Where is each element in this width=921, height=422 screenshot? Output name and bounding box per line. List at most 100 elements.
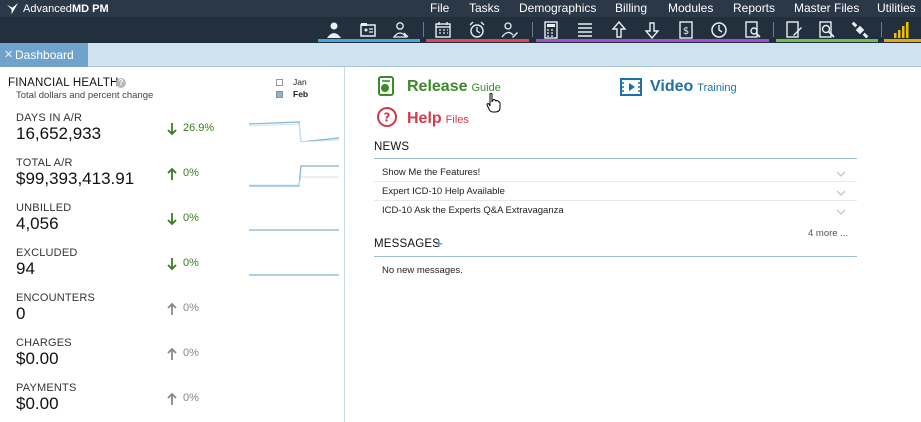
metric-change: 0% xyxy=(183,212,199,224)
metric-label: ENCOUNTERS xyxy=(16,292,96,304)
download-arrow-icon[interactable] xyxy=(641,20,663,40)
financial-health-panel: FINANCIAL HEALTH ? Total dollars and per… xyxy=(0,67,345,422)
messages-title: MESSAGES xyxy=(374,238,441,250)
video-training-link[interactable]: Video Training xyxy=(650,78,737,96)
toolbar-group-line-red xyxy=(426,39,529,42)
sparkline xyxy=(249,121,339,142)
metric-value: 16,652,933 xyxy=(16,124,102,143)
menu-tasks[interactable]: Tasks xyxy=(469,0,500,17)
menu-file[interactable]: File xyxy=(430,0,449,17)
document-search-icon[interactable] xyxy=(742,20,764,40)
sparkline xyxy=(249,229,339,231)
menu-master-files[interactable]: Master Files xyxy=(794,0,859,17)
toolbar-group-line-orange xyxy=(884,39,921,42)
svg-text:$: $ xyxy=(683,26,689,37)
arrow-up-icon xyxy=(166,302,178,316)
menu-reports[interactable]: Reports xyxy=(733,0,775,17)
dollar-document-icon[interactable]: $ xyxy=(675,20,697,40)
video-training-icon[interactable] xyxy=(620,76,642,98)
metric-days-in-ar: DAYS IN A/R 16,652,933 26.9% xyxy=(16,112,346,157)
menu-utilities[interactable]: Utilities xyxy=(877,0,916,17)
help-files-icon[interactable]: ? xyxy=(376,106,398,128)
patient-icon[interactable] xyxy=(323,20,345,40)
signal-bars-icon[interactable] xyxy=(890,20,912,40)
hand-cursor-icon xyxy=(486,93,501,113)
menu-modules[interactable]: Modules xyxy=(668,0,713,17)
upload-arrow-icon[interactable] xyxy=(608,20,630,40)
metric-total-ar: TOTAL A/R $99,393,413.91 0% xyxy=(16,157,346,202)
metric-label: DAYS IN A/R xyxy=(16,112,83,124)
folder-card-icon[interactable] xyxy=(357,20,379,40)
metric-label: CHARGES xyxy=(16,337,72,349)
user-outline-icon[interactable] xyxy=(390,20,412,40)
legend-feb[interactable]: Feb xyxy=(276,89,308,99)
news-separator xyxy=(374,181,857,182)
metric-value: $99,393,413.91 xyxy=(16,169,135,188)
toolbar-separator xyxy=(532,22,533,37)
metric-change: 26.9% xyxy=(183,122,215,134)
legend-checkbox[interactable] xyxy=(276,79,283,86)
help-icon[interactable]: ? xyxy=(116,78,126,88)
news-item[interactable]: ICD-10 Ask the Experts Q&A Extravaganza xyxy=(382,205,564,216)
metric-label: TOTAL A/R xyxy=(16,157,73,169)
metric-value: $0.00 xyxy=(16,394,59,413)
metric-label: UNBILLED xyxy=(16,202,72,214)
add-message-icon[interactable]: + xyxy=(435,237,443,250)
help-files-link[interactable]: Help Files xyxy=(407,110,469,128)
calendar-icon[interactable] xyxy=(432,20,454,40)
document-edit-icon[interactable] xyxy=(783,20,805,40)
arrow-up-icon xyxy=(166,392,178,406)
arrow-down-icon xyxy=(166,122,178,136)
news-more-link[interactable]: 4 more ... xyxy=(808,228,848,239)
menu-demographics[interactable]: Demographics xyxy=(519,0,596,17)
toolbar-separator xyxy=(423,22,424,37)
svg-text:?: ? xyxy=(384,111,391,125)
menu-billing[interactable]: Billing xyxy=(615,0,647,17)
files-label: Files xyxy=(445,114,469,126)
news-item[interactable]: Expert ICD-10 Help Available xyxy=(382,186,505,197)
app-logo: AdvancedMD PM xyxy=(6,1,109,16)
arrow-down-icon xyxy=(166,257,178,271)
news-separator xyxy=(374,200,857,201)
app-name-bold: MD PM xyxy=(71,2,109,15)
metric-change: 0% xyxy=(183,392,199,404)
training-label: Training xyxy=(697,82,737,94)
clock-icon[interactable] xyxy=(708,20,730,40)
no-messages-text: No new messages. xyxy=(382,265,463,276)
close-icon[interactable]: ✕ xyxy=(4,43,13,67)
release-label: Release xyxy=(407,78,468,95)
legend-checkbox[interactable] xyxy=(276,91,283,98)
user-edit-icon[interactable] xyxy=(499,20,521,40)
chevron-down-icon[interactable] xyxy=(836,170,846,178)
news-item[interactable]: Show Me the Features! xyxy=(382,167,480,178)
tab-dashboard[interactable]: ✕ Dashboard xyxy=(0,43,88,67)
metric-value: 94 xyxy=(16,259,35,278)
legend-jan[interactable]: Jan xyxy=(276,77,307,87)
app-name-light: Advanced xyxy=(23,2,72,15)
metric-change: 0% xyxy=(183,257,199,269)
news-divider xyxy=(374,158,857,159)
toolbar-separator xyxy=(881,22,882,37)
metric-excluded: EXCLUDED 94 0% xyxy=(16,247,346,292)
magnify-document-icon[interactable] xyxy=(816,20,838,40)
list-icon[interactable] xyxy=(574,20,596,40)
toolbar-group-line-purple xyxy=(536,39,769,42)
help-label: Help xyxy=(407,110,442,127)
financial-health-title: FINANCIAL HEALTH xyxy=(8,77,119,89)
alarm-clock-icon[interactable] xyxy=(466,20,488,40)
calculator-icon[interactable] xyxy=(540,20,562,40)
financial-health-subtitle: Total dollars and percent change xyxy=(16,90,154,101)
metric-charges: CHARGES $0.00 0% xyxy=(16,337,346,382)
sparkline xyxy=(249,274,339,276)
chevron-down-icon[interactable] xyxy=(836,189,846,197)
arrow-down-icon xyxy=(166,212,178,226)
metric-encounters: ENCOUNTERS 0 0% xyxy=(16,292,346,337)
release-guide-icon[interactable] xyxy=(376,75,398,97)
metric-value: 4,056 xyxy=(16,214,59,233)
metric-label: EXCLUDED xyxy=(16,247,78,259)
chevron-down-icon[interactable] xyxy=(836,208,846,216)
sparkline xyxy=(249,165,339,187)
arrow-up-icon xyxy=(166,347,178,361)
satellite-icon[interactable] xyxy=(849,20,871,40)
toolbar-group-line-blue xyxy=(318,39,420,42)
